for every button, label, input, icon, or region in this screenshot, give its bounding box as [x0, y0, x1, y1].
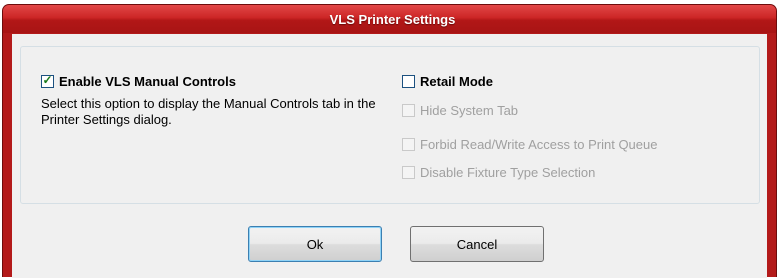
manual-controls-description: Select this option to display the Manual… [41, 96, 376, 127]
cancel-button[interactable]: Cancel [410, 226, 544, 262]
enable-manual-controls-option[interactable]: ✓ Enable VLS Manual Controls [41, 73, 236, 89]
window-title: VLS Printer Settings [329, 11, 456, 27]
disable-fixture-type-checkbox [402, 166, 415, 179]
checkmark-icon: ✓ [42, 73, 53, 87]
hide-system-tab-checkbox [402, 104, 415, 117]
hide-system-tab-label: Hide System Tab [420, 103, 519, 118]
forbid-read-write-option: Forbid Read/Write Access to Print Queue [402, 137, 657, 152]
disable-fixture-type-label: Disable Fixture Type Selection [420, 165, 596, 180]
dialog-window: VLS Printer Settings ✓ Enable VLS Manual… [2, 4, 777, 278]
retail-mode-checkbox[interactable] [402, 75, 415, 88]
forbid-read-write-checkbox [402, 138, 415, 151]
enable-manual-controls-label: Enable VLS Manual Controls [59, 74, 236, 89]
hide-system-tab-option: Hide System Tab [402, 103, 518, 118]
retail-mode-label: Retail Mode [420, 74, 493, 89]
dialog-client-area: ✓ Enable VLS Manual Controls Select this… [12, 34, 767, 278]
retail-mode-option[interactable]: Retail Mode [402, 74, 493, 89]
forbid-read-write-label: Forbid Read/Write Access to Print Queue [420, 137, 658, 152]
ok-button[interactable]: Ok [248, 226, 382, 262]
title-bar[interactable]: VLS Printer Settings [3, 5, 776, 33]
disable-fixture-type-option: Disable Fixture Type Selection [402, 165, 595, 180]
enable-manual-controls-checkbox[interactable]: ✓ [41, 73, 54, 88]
